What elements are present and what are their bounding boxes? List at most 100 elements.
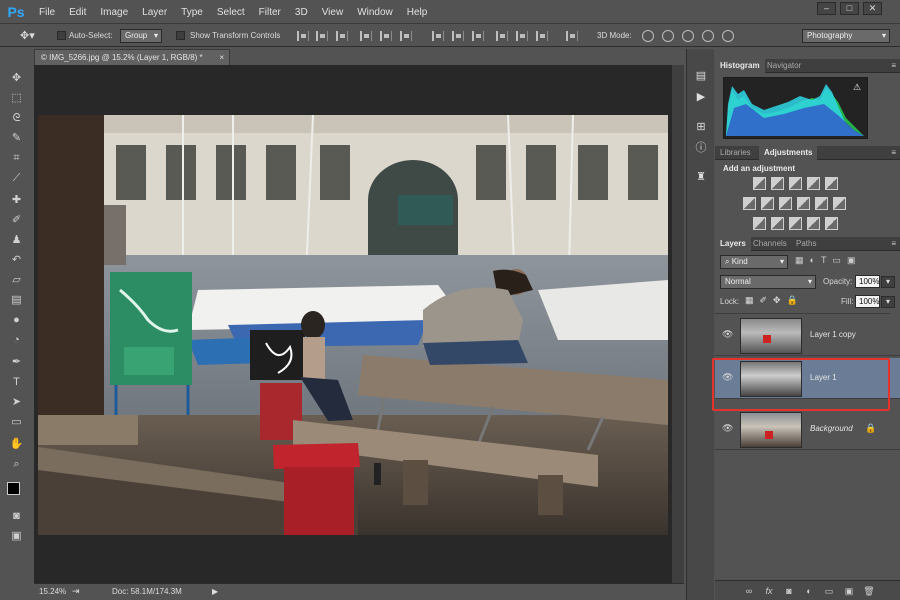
menu-help[interactable]: Help — [400, 7, 435, 18]
rectangle-icon[interactable]: ▭ — [8, 414, 25, 431]
eraser-icon[interactable]: ▱ — [8, 272, 25, 289]
menu-file[interactable]: File — [32, 7, 62, 18]
panel-menu-icon[interactable]: ≡ — [891, 59, 896, 72]
3d-scale-icon[interactable] — [722, 30, 734, 42]
threshold-icon[interactable] — [789, 217, 802, 230]
actions-play-icon[interactable]: ▶ — [693, 89, 709, 105]
tab-navigator[interactable]: Navigator — [762, 59, 806, 73]
posterize-icon[interactable] — [771, 217, 784, 230]
layer-name[interactable]: Layer 1 copy — [810, 330, 856, 339]
align-top-icon[interactable] — [297, 31, 309, 41]
maximize-button[interactable]: □ — [840, 2, 859, 15]
distribute-right-icon[interactable] — [536, 31, 548, 41]
tab-paths[interactable]: Paths — [791, 237, 821, 251]
3d-roll-icon[interactable] — [662, 30, 674, 42]
distribute-top-icon[interactable] — [432, 31, 444, 41]
fill-field[interactable]: 100% — [855, 295, 880, 308]
new-layer-icon[interactable]: ▣ — [843, 585, 855, 597]
layer-row[interactable]: 👁 Layer 1 copy — [715, 315, 900, 356]
align-vcenter-icon[interactable] — [316, 31, 328, 41]
3d-rotate-icon[interactable] — [642, 30, 654, 42]
vibrance-icon[interactable] — [825, 177, 838, 190]
close-button[interactable]: ✕ — [863, 2, 882, 15]
distribute-vcenter-icon[interactable] — [452, 31, 464, 41]
curves-icon[interactable] — [789, 177, 802, 190]
layer-style-icon[interactable]: fx — [763, 585, 775, 597]
add-mask-icon[interactable]: ◙ — [783, 585, 795, 597]
screen-mode-icon[interactable]: ▣ — [8, 528, 25, 545]
blend-mode-dropdown[interactable]: Normal — [720, 275, 816, 289]
document-photo[interactable] — [38, 115, 668, 535]
show-transform-checkbox[interactable] — [176, 31, 185, 40]
delete-layer-icon[interactable]: 🗑 — [863, 585, 875, 597]
info-icon[interactable]: ⓘ — [693, 140, 709, 156]
menu-select[interactable]: Select — [210, 7, 252, 18]
auto-align-icon[interactable] — [566, 31, 578, 41]
invert-icon[interactable] — [753, 217, 766, 230]
auto-select-dropdown[interactable]: Group — [120, 29, 162, 43]
healing-icon[interactable]: ✚ — [8, 192, 25, 209]
menu-edit[interactable]: Edit — [62, 7, 93, 18]
brightness-icon[interactable] — [753, 177, 766, 190]
hand-icon[interactable]: ✋ — [8, 436, 25, 453]
quick-select-icon[interactable]: ✎ — [8, 130, 25, 147]
exposure-icon[interactable] — [807, 177, 820, 190]
color-lookup-icon[interactable] — [833, 197, 846, 210]
foreground-color-swatch[interactable] — [7, 482, 20, 495]
tab-histogram[interactable]: Histogram — [715, 59, 765, 73]
photo-filter-icon[interactable] — [797, 197, 810, 210]
blur-icon[interactable]: ● — [8, 312, 25, 329]
type-icon[interactable]: T — [8, 374, 25, 391]
status-arrow-icon[interactable]: ▶ — [212, 584, 218, 599]
3d-slide-icon[interactable] — [702, 30, 714, 42]
pen-icon[interactable]: ✒ — [8, 354, 25, 371]
vertical-scrollbar[interactable] — [672, 65, 684, 583]
align-bottom-icon[interactable] — [336, 31, 348, 41]
history-brush-icon[interactable]: ↶ — [8, 252, 25, 269]
align-hcenter-icon[interactable] — [380, 31, 392, 41]
quick-mask-icon[interactable]: ◙ — [8, 508, 25, 525]
layer-filter-icons[interactable]: ▦◐T▭▣ — [795, 255, 895, 269]
path-select-icon[interactable]: ➤ — [8, 394, 25, 411]
close-tab-icon[interactable]: × — [219, 50, 224, 65]
auto-select-checkbox[interactable] — [57, 31, 66, 40]
tab-adjustments[interactable]: Adjustments — [759, 146, 818, 160]
menu-layer[interactable]: Layer — [135, 7, 174, 18]
black-white-icon[interactable] — [779, 197, 792, 210]
link-layers-icon[interactable]: ∞ — [743, 585, 755, 597]
fill-dropdown-icon[interactable]: ▾ — [881, 296, 895, 308]
stamp-icon[interactable]: ♟ — [8, 232, 25, 249]
new-group-icon[interactable]: ▭ — [823, 585, 835, 597]
dodge-icon[interactable]: ◔ — [8, 332, 25, 349]
zoom-icon[interactable]: ⌕ — [8, 456, 25, 473]
tab-layers[interactable]: Layers — [715, 237, 751, 251]
distribute-bottom-icon[interactable] — [472, 31, 484, 41]
gradient-icon[interactable]: ▤ — [8, 292, 25, 309]
export-icon[interactable]: ⇥ — [72, 584, 80, 599]
opacity-field[interactable]: 100% — [855, 275, 880, 288]
menu-filter[interactable]: Filter — [252, 7, 288, 18]
workspace-dropdown[interactable]: Photography — [802, 29, 890, 43]
move-tool-icon[interactable]: ✥ — [8, 70, 25, 87]
gradient-map-icon[interactable] — [807, 217, 820, 230]
menu-type[interactable]: Type — [174, 7, 210, 18]
opacity-dropdown-icon[interactable]: ▾ — [881, 276, 895, 288]
brush-presets-icon[interactable]: ♜ — [693, 169, 709, 185]
eyedropper-icon[interactable]: ⟋ — [8, 170, 25, 187]
panel-menu-icon[interactable]: ≡ — [891, 237, 896, 250]
document-tab[interactable]: © IMG_5266.jpg @ 15.2% (Layer 1, RGB/8) … — [34, 49, 230, 65]
visibility-eye-icon[interactable]: 👁 — [722, 423, 733, 434]
distribute-left-icon[interactable] — [496, 31, 508, 41]
properties-icon[interactable]: ⊞ — [693, 119, 709, 135]
menu-3d[interactable]: 3D — [288, 7, 315, 18]
move-tool-preset-icon[interactable]: ✥▾ — [20, 29, 35, 43]
tab-libraries[interactable]: Libraries — [715, 146, 756, 160]
crop-icon[interactable]: ⌗ — [8, 150, 25, 167]
color-balance-icon[interactable] — [761, 197, 774, 210]
channel-mixer-icon[interactable] — [815, 197, 828, 210]
align-left-icon[interactable] — [360, 31, 372, 41]
warning-icon[interactable]: ⚠ — [853, 82, 861, 93]
menu-image[interactable]: Image — [93, 7, 135, 18]
layer-filter-dropdown[interactable]: ⌕ Kind — [720, 255, 788, 269]
selective-color-icon[interactable] — [825, 217, 838, 230]
